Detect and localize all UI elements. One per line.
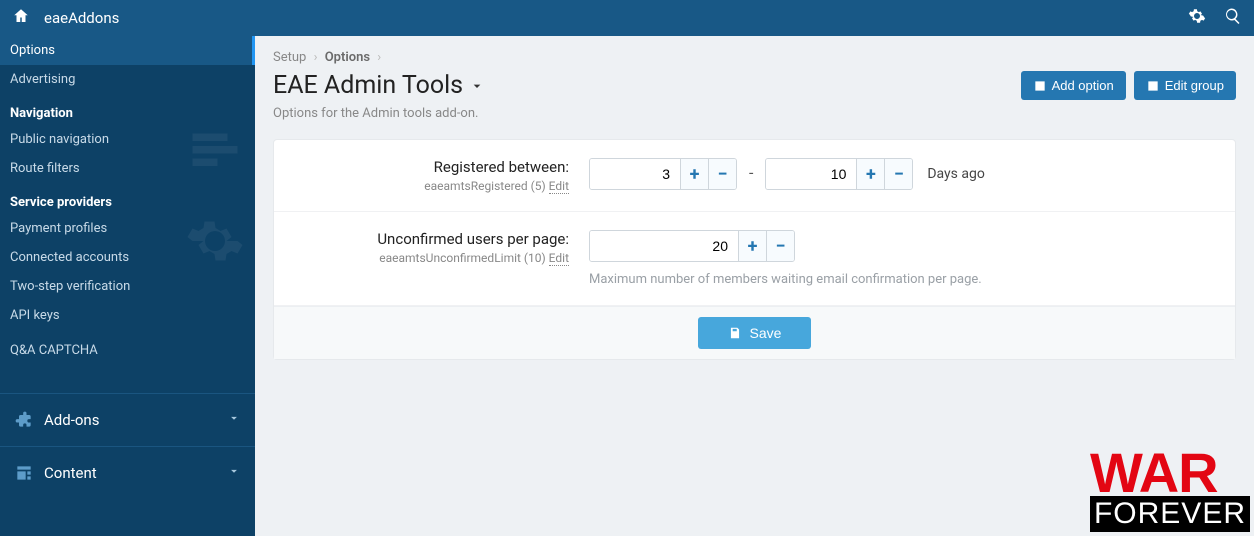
- decrement-button[interactable]: −: [766, 231, 794, 261]
- options-panel: Registered between: eaeamtsRegistered (5…: [273, 139, 1236, 360]
- sidebar-section-label: Content: [44, 464, 97, 482]
- sidebar-item-public-navigation[interactable]: Public navigation: [0, 125, 255, 154]
- page-title[interactable]: EAE Admin Tools: [273, 71, 485, 100]
- page-subtitle: Options for the Admin tools add-on.: [273, 106, 485, 121]
- increment-button[interactable]: +: [738, 231, 766, 261]
- unconfirmed-limit-input[interactable]: [590, 231, 738, 261]
- breadcrumb-root[interactable]: Setup: [273, 50, 306, 65]
- increment-button[interactable]: +: [680, 159, 708, 189]
- puzzle-icon: [14, 410, 34, 430]
- registered-to-stepper: + −: [765, 158, 913, 190]
- sidebar-section-label: Add-ons: [44, 411, 99, 429]
- edit-link[interactable]: Edit: [549, 179, 569, 194]
- chevron-right-icon: ›: [314, 50, 318, 65]
- field-meta: eaeamtsRegistered (5): [424, 179, 545, 193]
- sidebar-heading-navigation: Navigation: [0, 94, 255, 125]
- increment-button[interactable]: +: [856, 159, 884, 189]
- sidebar: Options Advertising Navigation Public na…: [0, 36, 255, 536]
- pencil-box-icon: [1146, 79, 1160, 93]
- field-label: Registered between:: [294, 158, 569, 176]
- add-option-button[interactable]: Add option: [1021, 71, 1126, 100]
- sidebar-item-options[interactable]: Options: [0, 36, 255, 65]
- sidebar-item-connected-accounts[interactable]: Connected accounts: [0, 243, 255, 272]
- days-ago-label: Days ago: [927, 166, 984, 182]
- range-dash: -: [749, 163, 753, 182]
- caret-down-icon: [469, 78, 485, 94]
- registered-to-input[interactable]: [766, 159, 856, 189]
- sidebar-section-addons[interactable]: Add-ons: [0, 393, 255, 446]
- sidebar-section-content[interactable]: Content: [0, 446, 255, 499]
- edit-group-button[interactable]: Edit group: [1134, 71, 1236, 100]
- search-icon[interactable]: [1224, 7, 1242, 29]
- chevron-right-icon: ›: [377, 50, 381, 65]
- brand-name[interactable]: eaeAddons: [44, 9, 119, 27]
- sidebar-item-advertising[interactable]: Advertising: [0, 65, 255, 94]
- field-label: Unconfirmed users per page:: [294, 230, 569, 248]
- sidebar-item-api-keys[interactable]: API keys: [0, 301, 255, 330]
- edit-link[interactable]: Edit: [549, 251, 569, 266]
- form-row-unconfirmed-users: Unconfirmed users per page: eaeamtsUncon…: [274, 212, 1235, 306]
- save-icon: [728, 326, 742, 340]
- home-icon[interactable]: [12, 7, 30, 29]
- form-row-registered-between: Registered between: eaeamtsRegistered (5…: [274, 140, 1235, 212]
- breadcrumb-current[interactable]: Options: [325, 50, 370, 65]
- sidebar-item-qa-captcha[interactable]: Q&A CAPTCHA: [0, 336, 255, 365]
- sidebar-item-payment-profiles[interactable]: Payment profiles: [0, 214, 255, 243]
- content-icon: [14, 463, 34, 483]
- content-area: Setup › Options › EAE Admin Tools Option…: [255, 36, 1254, 536]
- sidebar-item-route-filters[interactable]: Route filters: [0, 154, 255, 183]
- registered-from-input[interactable]: [590, 159, 680, 189]
- settings-icon[interactable]: [1188, 7, 1206, 29]
- sidebar-item-two-step-verification[interactable]: Two-step verification: [0, 272, 255, 301]
- chevron-down-icon: [227, 411, 241, 429]
- save-button[interactable]: Save: [698, 317, 812, 349]
- unconfirmed-limit-stepper: + −: [589, 230, 795, 262]
- sidebar-heading-service-providers: Service providers: [0, 183, 255, 214]
- field-meta: eaeamtsUnconfirmedLimit (10): [379, 251, 545, 265]
- topbar: eaeAddons: [0, 0, 1254, 36]
- breadcrumb: Setup › Options ›: [273, 50, 1236, 65]
- field-hint: Maximum number of members waiting email …: [589, 272, 1215, 287]
- registered-from-stepper: + −: [589, 158, 737, 190]
- plus-box-icon: [1033, 79, 1047, 93]
- decrement-button[interactable]: −: [708, 159, 736, 189]
- chevron-down-icon: [227, 464, 241, 482]
- decrement-button[interactable]: −: [884, 159, 912, 189]
